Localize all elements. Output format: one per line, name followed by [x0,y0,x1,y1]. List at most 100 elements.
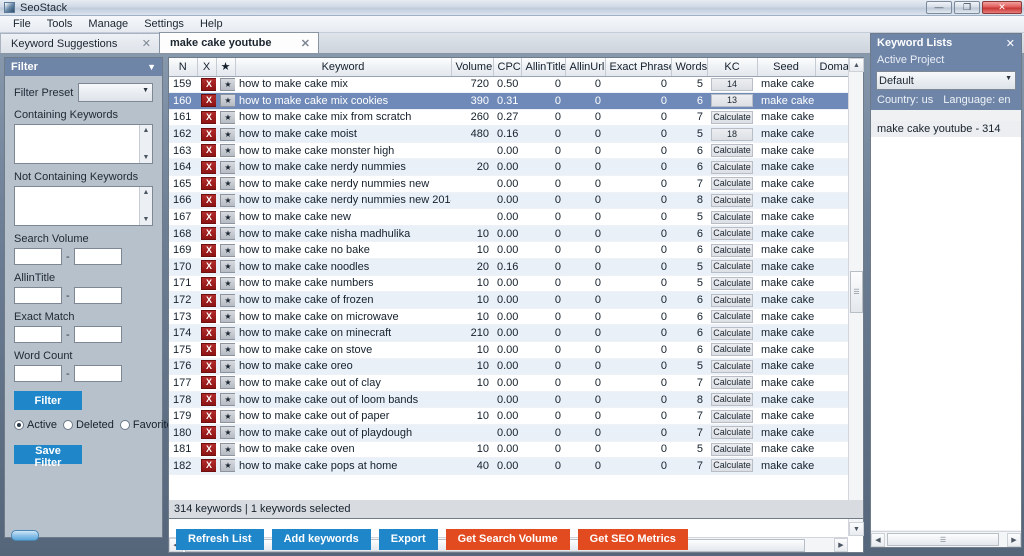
favorite-star-button[interactable]: ★ [220,210,235,224]
delete-row-button[interactable]: X [201,110,216,124]
column-header-allintitle[interactable]: AllinTitle [521,58,566,77]
favorite-star-button[interactable]: ★ [220,426,235,440]
cell-delete[interactable]: X [197,358,216,376]
delete-row-button[interactable]: X [201,409,216,423]
calculate-kc-button[interactable]: Calculate [711,144,753,158]
table-row[interactable]: 180 X ★ how to make cake out of playdough 0.… [169,424,848,442]
table-row[interactable]: 173 X ★ how to make cake on microwave 10 0.00… [169,308,848,326]
cell-kc[interactable]: Calculate [707,374,757,392]
table-row[interactable]: 162 X ★ how to make cake moist 480 0.16 0 0 0 5 18… [169,125,848,143]
favorite-star-button[interactable]: ★ [220,193,235,207]
cell-delete[interactable]: X [197,76,216,94]
filter-button[interactable]: Filter [14,391,82,410]
calculate-kc-button[interactable]: Calculate [711,409,753,423]
delete-row-button[interactable]: X [201,359,216,373]
favorite-star-button[interactable]: ★ [220,260,235,274]
calculate-kc-button[interactable]: Calculate [711,359,753,373]
delete-row-button[interactable]: X [201,160,216,174]
active-project-select[interactable]: Default [876,71,1016,90]
table-row[interactable]: 159 X ★ how to make cake mix 720 0.50 0 0 0 5 14 ma… [169,76,848,94]
table-row[interactable]: 172 X ★ how to make cake of frozen 10 0.00 0 0 0… [169,291,848,309]
table-row[interactable]: 163 X ★ how to make cake monster high 0.00 0 0… [169,142,848,160]
get-seo-metrics-button[interactable]: Get SEO Metrics [577,528,688,550]
cell-kc[interactable]: Calculate [707,109,757,127]
pin-icon[interactable]: ▼ [147,62,156,72]
favorite-star-button[interactable]: ★ [220,177,235,191]
column-header-keyword[interactable]: Keyword [235,58,452,77]
cell-favorite[interactable]: ★ [216,457,235,475]
cell-favorite[interactable]: ★ [216,225,235,243]
delete-row-button[interactable]: X [201,326,216,340]
calculate-kc-button[interactable]: Calculate [711,243,753,257]
cell-delete[interactable]: X [197,407,216,425]
table-row[interactable]: 177 X ★ how to make cake out of clay 10 0.00 0… [169,374,848,392]
calculate-kc-button[interactable]: Calculate [711,442,753,456]
delete-row-button[interactable]: X [201,210,216,224]
cell-kc[interactable]: Calculate [707,358,757,376]
table-row[interactable]: 179 X ★ how to make cake out of paper 10 0.00… [169,407,848,425]
cell-delete[interactable]: X [197,308,216,326]
cell-favorite[interactable]: ★ [216,441,235,459]
delete-row-button[interactable]: X [201,276,216,290]
search-volume-min-input[interactable] [14,248,62,265]
favorite-star-button[interactable]: ★ [220,310,235,324]
word-count-min-input[interactable] [14,365,62,382]
delete-row-button[interactable]: X [201,243,216,257]
favorite-star-button[interactable]: ★ [220,293,235,307]
cell-favorite[interactable]: ★ [216,324,235,342]
radio-deleted[interactable]: Deleted [62,419,114,431]
scroll-spinner-icon[interactable]: ▲ ▼ [139,187,152,225]
search-volume-max-input[interactable] [73,248,122,265]
cell-delete[interactable]: X [197,241,216,260]
word-count-max-input[interactable] [73,365,122,382]
cell-favorite[interactable]: ★ [216,258,235,276]
cell-delete[interactable]: X [197,142,216,160]
menu-item-file[interactable]: File [6,17,38,31]
cell-kc[interactable]: Calculate [707,225,757,243]
cell-kc[interactable]: 14 [707,76,757,94]
cell-favorite[interactable]: ★ [216,175,235,193]
favorite-star-button[interactable]: ★ [220,409,235,423]
cell-kc[interactable]: Calculate [707,341,757,359]
close-icon[interactable]: ✕ [1006,37,1015,50]
table-row[interactable]: 161 X ★ how to make cake mix from scratch 26… [169,109,848,127]
cell-favorite[interactable]: ★ [216,192,235,210]
cell-delete[interactable]: X [197,391,216,409]
delete-row-button[interactable]: X [201,193,216,207]
cell-delete[interactable]: X [197,424,216,442]
scroll-spinner-icon[interactable]: ▲ ▼ [139,125,152,163]
favorite-star-button[interactable]: ★ [220,243,235,257]
table-row[interactable]: 166 X ★ how to make cake nerdy nummies new … [169,192,848,210]
cell-favorite[interactable]: ★ [216,308,235,326]
cell-delete[interactable]: X [197,175,216,193]
cell-kc[interactable]: Calculate [707,441,757,459]
delete-row-button[interactable]: X [201,426,216,440]
scroll-right-icon[interactable]: ▶ [1007,532,1021,547]
calculate-kc-button[interactable]: Calculate [711,343,753,357]
menu-item-settings[interactable]: Settings [137,17,191,31]
favorite-star-button[interactable]: ★ [220,144,235,158]
delete-row-button[interactable]: X [201,260,216,274]
cell-favorite[interactable]: ★ [216,358,235,376]
calculate-kc-button[interactable]: Calculate [711,459,753,473]
calculate-kc-button[interactable]: Calculate [711,293,753,307]
calculate-kc-button[interactable]: Calculate [711,110,753,124]
column-header-delete[interactable]: X [197,58,217,77]
column-header-exact-phrase[interactable]: Exact Phrase [605,58,672,77]
radio-favorite[interactable]: Favorite [119,419,173,431]
delete-row-button[interactable]: X [201,144,216,158]
cell-favorite[interactable]: ★ [216,407,235,425]
calculate-kc-button[interactable]: Calculate [711,326,753,340]
cell-delete[interactable]: X [197,457,216,475]
delete-row-button[interactable]: X [201,227,216,241]
cell-kc[interactable]: Calculate [707,407,757,425]
cell-kc[interactable]: Calculate [707,424,757,442]
list-item[interactable]: make cake youtube - 314 [871,121,1021,138]
menu-item-manage[interactable]: Manage [81,17,135,31]
cell-kc[interactable]: 13 [707,92,757,110]
cell-delete[interactable]: X [197,441,216,459]
containing-keywords-input[interactable]: ▲ ▼ [14,124,153,164]
tab-close-icon[interactable]: ✕ [142,37,151,50]
table-row[interactable]: 169 X ★ how to make cake no bake 10 0.00 0 0 0 6 C… [169,241,848,260]
not-containing-keywords-input[interactable]: ▲ ▼ [14,186,153,226]
